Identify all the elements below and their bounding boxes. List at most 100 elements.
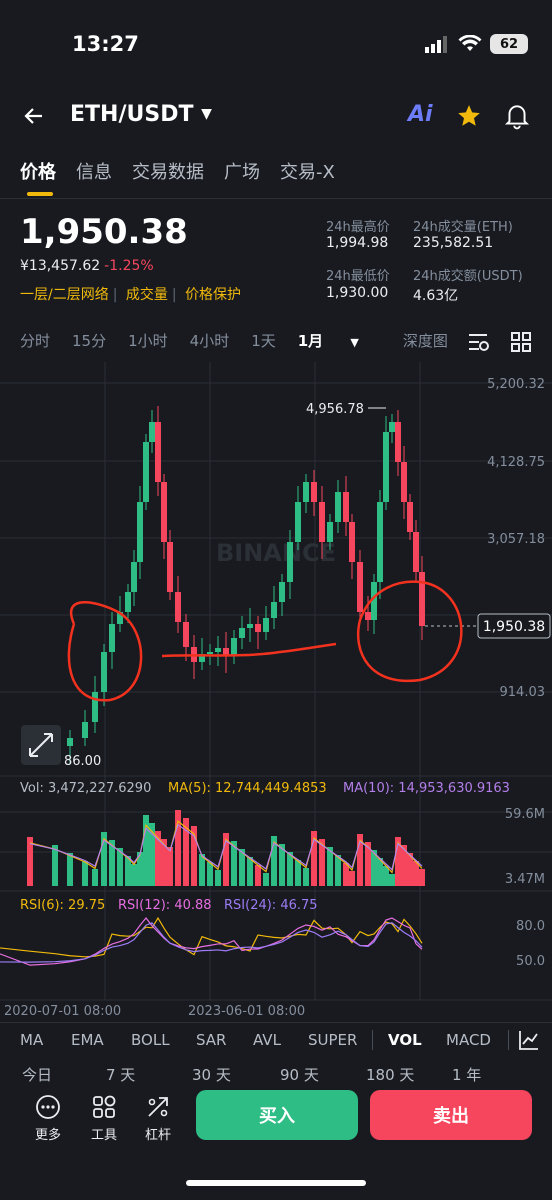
candle-body xyxy=(327,522,333,542)
tab-trading-data[interactable]: 交易数据 xyxy=(132,158,204,184)
indicator-avl[interactable]: AVL xyxy=(253,1031,281,1049)
volume-bar xyxy=(255,865,261,886)
vol-tick: 3.47M xyxy=(505,872,545,887)
candle-body xyxy=(271,602,277,618)
layout-grid-icon[interactable] xyxy=(510,331,532,353)
candle-body xyxy=(167,542,173,592)
price-tick: 914.03 xyxy=(500,685,546,700)
kline-chart[interactable]: BINANCE 5,200.32 4,128.75 3,057.18 914.0… xyxy=(0,362,552,1022)
volume-bar xyxy=(419,869,425,886)
candle-body xyxy=(143,442,149,502)
candle-body xyxy=(395,422,401,462)
ai-button[interactable]: Ai xyxy=(408,102,433,127)
rsi24-line xyxy=(0,922,423,963)
range-today[interactable]: 今日 xyxy=(22,1064,52,1085)
indicator-sar[interactable]: SAR xyxy=(196,1031,226,1049)
candle-body xyxy=(401,462,407,502)
indicator-vol[interactable]: VOL xyxy=(388,1031,422,1049)
price-cny: ¥13,457.62 -1.25% xyxy=(20,258,154,274)
pair-name: ETH/USDT xyxy=(70,102,194,127)
watermark: BINANCE xyxy=(216,539,336,567)
candlesticks xyxy=(27,406,425,764)
interval-bar: 分时 15分 1小时 4小时 1天 1月 ▼ 深度图 xyxy=(20,330,470,351)
indicator-super[interactable]: SUPER xyxy=(308,1031,357,1049)
max-price-label: 4,956.78 xyxy=(306,402,364,417)
signal-icon xyxy=(425,36,447,53)
rsi24-label: RSI(24): 46.75 xyxy=(224,898,318,913)
range-30d[interactable]: 30 天 xyxy=(192,1064,231,1085)
main-tabs: 价格 信息 交易数据 广场 交易-X xyxy=(20,158,355,184)
back-arrow-icon[interactable] xyxy=(22,104,46,128)
wifi-icon xyxy=(458,35,482,51)
active-tab-indicator xyxy=(27,192,53,196)
price-change: -1.25% xyxy=(104,258,154,274)
sell-button[interactable]: 卖出 xyxy=(370,1090,532,1140)
candle-body xyxy=(155,422,161,482)
tab-price[interactable]: 价格 xyxy=(20,158,56,184)
leverage-label: 杠杆 xyxy=(144,1128,171,1143)
more-button[interactable]: 更多 xyxy=(30,1094,66,1143)
candle-body xyxy=(175,592,181,622)
indicator-macd[interactable]: MACD xyxy=(446,1031,491,1049)
indicator-ema[interactable]: EMA xyxy=(71,1031,104,1049)
tag-layer[interactable]: 一层/二层网络 xyxy=(20,287,109,303)
home-indicator xyxy=(186,1180,366,1186)
indicator-ma[interactable]: MA xyxy=(20,1031,43,1049)
star-icon[interactable] xyxy=(456,103,482,129)
rsi-tick: 80.0 xyxy=(516,919,545,934)
indicator-chart-icon[interactable] xyxy=(518,1029,540,1051)
candle-body xyxy=(131,562,137,592)
tools-label: 工具 xyxy=(90,1128,117,1143)
candle-body xyxy=(303,482,309,502)
candle-body xyxy=(239,628,245,638)
tab-square[interactable]: 广场 xyxy=(224,158,260,184)
volume-bar xyxy=(263,873,269,886)
candle-body xyxy=(255,624,261,632)
range-1y[interactable]: 1 年 xyxy=(452,1064,481,1085)
tab-trade-x[interactable]: 交易-X xyxy=(280,158,335,184)
volume-bar xyxy=(92,869,98,886)
candle-body xyxy=(383,432,389,502)
tab-info[interactable]: 信息 xyxy=(76,158,112,184)
candle-body xyxy=(279,582,285,602)
tools-icon xyxy=(93,1095,116,1118)
tag-price-protection[interactable]: 价格保护 xyxy=(185,287,241,303)
battery-indicator: 62 xyxy=(490,34,528,54)
volume-bar xyxy=(82,861,88,886)
volume-bar xyxy=(131,864,137,886)
candle-body xyxy=(247,624,253,628)
date-tick: 2023-06-01 08:00 xyxy=(188,1004,305,1019)
candle-body xyxy=(149,422,155,442)
status-icons: 62 xyxy=(424,34,528,54)
buy-button[interactable]: 买入 xyxy=(196,1090,358,1140)
tools-button[interactable]: 工具 xyxy=(86,1094,122,1143)
candle-body xyxy=(343,492,349,522)
interval-1d[interactable]: 1天 xyxy=(251,330,276,351)
pair-selector[interactable]: ETH/USDT ▼ xyxy=(70,102,212,127)
range-90d[interactable]: 90 天 xyxy=(280,1064,319,1085)
candle-body xyxy=(311,482,317,502)
candle-body xyxy=(82,722,88,738)
interval-1h[interactable]: 1小时 xyxy=(128,330,168,351)
divider xyxy=(508,1030,509,1050)
interval-15m[interactable]: 15分 xyxy=(72,330,106,351)
candle-body xyxy=(319,502,325,542)
volume-bar xyxy=(389,874,395,886)
interval-depth[interactable]: 深度图 xyxy=(403,330,448,351)
range-180d[interactable]: 180 天 xyxy=(366,1064,414,1085)
candle-body xyxy=(349,522,355,562)
leverage-button[interactable]: 杠杆 xyxy=(140,1094,176,1143)
indicator-boll[interactable]: BOLL xyxy=(131,1031,170,1049)
candle-body xyxy=(125,592,131,612)
tag-volume[interactable]: 成交量 xyxy=(126,287,168,303)
more-icon xyxy=(36,1095,60,1119)
chart-settings-icon[interactable] xyxy=(467,331,491,353)
interval-timeline[interactable]: 分时 xyxy=(20,330,50,351)
high-value: 1,994.98 xyxy=(326,235,389,251)
rsi12-label: RSI(12): 40.88 xyxy=(118,898,212,913)
interval-4h[interactable]: 4小时 xyxy=(190,330,230,351)
range-7d[interactable]: 7 天 xyxy=(106,1064,135,1085)
interval-1month[interactable]: 1月 ▼ xyxy=(298,330,381,351)
bell-icon[interactable] xyxy=(504,102,530,130)
candle-body xyxy=(287,542,293,582)
